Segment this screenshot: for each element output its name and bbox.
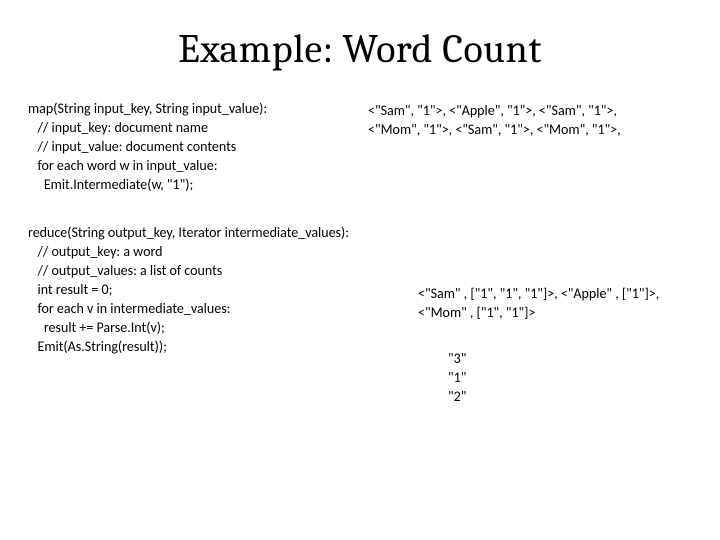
map-c3: for each word w in input_value: [28, 157, 217, 174]
final-v1: "3" [448, 350, 466, 367]
reduce-c5: result += Parse.Int(v); [28, 319, 165, 336]
emitted-l2: <"Mom", "1">, <"Sam", "1">, <"Mom", "1">… [368, 121, 621, 138]
reduce-c2: // output_values: a list of counts [28, 262, 222, 279]
map-c1: // input_key: document name [28, 119, 208, 136]
reduce-c1: // output_key: a word [28, 243, 163, 260]
final-values: "3" "1" "2" [448, 350, 692, 407]
map-code: map(String input_key, String input_value… [28, 100, 368, 194]
emitted-l1: <"Sam", "1">, <"Apple", "1">, <"Sam", "1… [368, 102, 617, 119]
grouped-l2: <"Mom" , ["1", "1"]> [418, 304, 535, 321]
grouped-l1: <"Sam" , ["1", "1", "1"]>, <"Apple" , ["… [418, 285, 659, 302]
slide-title: Example: Word Count [28, 26, 692, 72]
map-c4: Emit.Intermediate(w, "1"); [28, 176, 193, 193]
emitted-pairs: <"Sam", "1">, <"Apple", "1">, <"Sam", "1… [368, 102, 692, 140]
grouped-pairs: <"Sam" , ["1", "1", "1"]>, <"Apple" , ["… [418, 285, 692, 323]
reduce-c4: for each v in intermediate_values: [28, 300, 230, 317]
map-sig: map(String input_key, String input_value… [28, 100, 267, 117]
reduce-c3: int result = 0; [28, 281, 112, 298]
final-v3: "2" [448, 388, 466, 405]
final-v2: "1" [448, 369, 466, 386]
map-c2: // input_value: document contents [28, 138, 236, 155]
reduce-c6: Emit(As.String(result)); [28, 338, 167, 355]
reduce-sig: reduce(String output_key, Iterator inter… [28, 224, 349, 241]
